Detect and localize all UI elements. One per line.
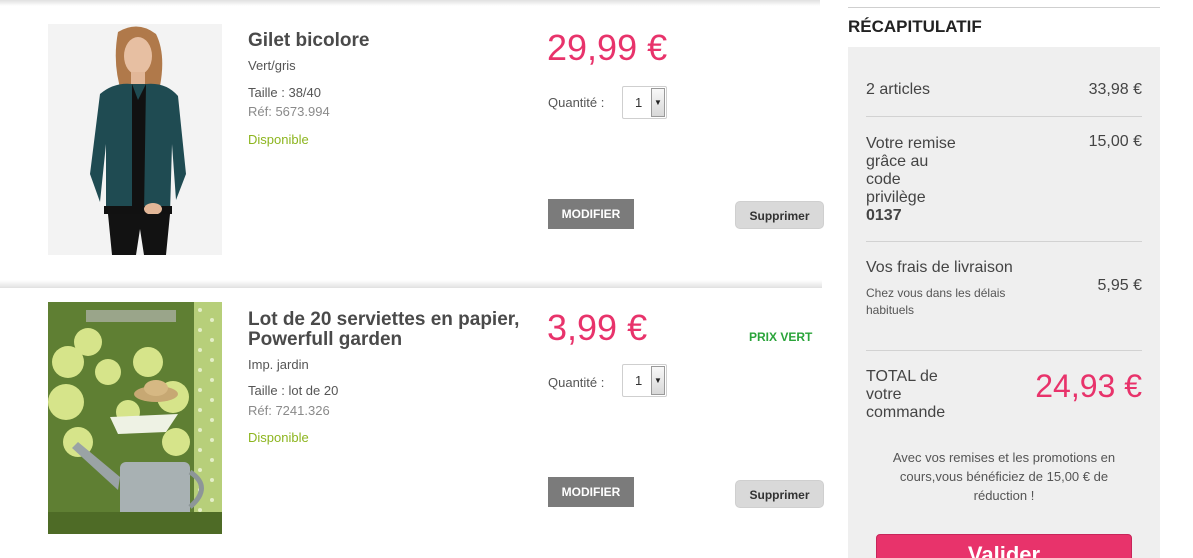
modify-button[interactable]: MODIFIER (548, 199, 634, 229)
discount-row: Votre remise grâce au code privilège 013… (866, 133, 1142, 225)
discount-label-line: grâce au (866, 153, 929, 170)
validate-order-button[interactable]: Valider (876, 534, 1132, 558)
total-label-line: votre (866, 386, 902, 403)
modify-button[interactable]: MODIFIER (548, 477, 634, 507)
product-image-cardigan[interactable] (48, 24, 222, 255)
discount-label-line: privilège (866, 189, 926, 206)
summary-title: RÉCAPITULATIF (848, 17, 982, 36)
shipping-row: Vos frais de livraison Chez vous dans le… (866, 259, 1142, 319)
articles-value: 33,98 € (1088, 81, 1142, 98)
cart-item: Gilet bicolore Vert/gris Taille : 38/40 … (0, 0, 830, 286)
shipping-value: 5,95 € (1097, 277, 1142, 294)
quantity-select[interactable]: 1 ▼ (622, 364, 667, 397)
delete-button[interactable]: Supprimer (735, 480, 824, 508)
product-reference: Réf: 5673.994 (248, 104, 330, 119)
product-reference: Réf: 7241.326 (248, 403, 330, 418)
total-value: 24,93 € (1035, 368, 1142, 404)
product-price: 3,99 € (547, 307, 648, 348)
shipping-note-line: Chez vous dans les délais (866, 286, 1006, 300)
savings-line: Avec vos remises et les promotions en (892, 450, 1116, 465)
quantity-label: Quantité : (548, 375, 605, 390)
delete-button[interactable]: Supprimer (735, 201, 824, 229)
total-label-line: TOTAL de (866, 368, 938, 385)
prix-vert-badge: PRIX VERT (749, 330, 813, 344)
summary-divider (866, 350, 1142, 351)
product-color: Vert/gris (248, 58, 296, 73)
total-label-line: commande (866, 404, 946, 421)
shipping-label: Vos frais de livraison (866, 259, 1013, 276)
summary-top-rule (848, 7, 1160, 8)
discount-code: 0137 (866, 207, 902, 224)
product-name-line1: Lot de 20 serviettes en papier, (248, 309, 520, 330)
napkins-photo (48, 302, 222, 534)
dropdown-arrow-icon[interactable]: ▼ (651, 88, 665, 117)
product-name[interactable]: Lot de 20 serviettes en papier, Powerful… (248, 310, 548, 350)
shipping-note-line: habituels (866, 303, 915, 317)
summary-divider (866, 116, 1142, 117)
product-image-napkins[interactable] (48, 302, 222, 534)
savings-line: réduction ! (973, 488, 1035, 503)
savings-message: Avec vos remises et les promotions en co… (868, 448, 1140, 505)
product-name-line2: Powerfull garden (248, 329, 403, 350)
availability-status: Disponible (248, 430, 309, 445)
cart-item: Lot de 20 serviettes en papier, Powerful… (0, 286, 830, 558)
availability-status: Disponible (248, 132, 309, 147)
order-summary-panel: 2 articles 33,98 € Votre remise grâce au… (848, 47, 1160, 558)
product-size: Taille : lot de 20 (248, 383, 339, 398)
cardigan-photo (48, 24, 222, 255)
product-price: 29,99 € (547, 27, 668, 68)
dropdown-arrow-icon[interactable]: ▼ (651, 366, 665, 395)
total-row: TOTAL de votre commande 24,93 € (866, 368, 1142, 422)
quantity-select[interactable]: 1 ▼ (622, 86, 667, 119)
articles-row: 2 articles 33,98 € (866, 81, 1142, 99)
discount-label-line: Votre remise (866, 135, 956, 152)
product-name[interactable]: Gilet bicolore (248, 31, 369, 51)
articles-label: 2 articles (866, 81, 931, 98)
discount-value: 15,00 € (1088, 133, 1142, 150)
quantity-value: 1 (635, 373, 643, 388)
discount-label-line: code (866, 171, 901, 188)
quantity-label: Quantité : (548, 95, 605, 110)
savings-line: cours,vous bénéficiez de 15,00 € de (899, 469, 1109, 484)
product-color: Imp. jardin (248, 357, 309, 372)
product-size: Taille : 38/40 (248, 85, 321, 100)
quantity-value: 1 (635, 95, 643, 110)
summary-divider (866, 241, 1142, 242)
